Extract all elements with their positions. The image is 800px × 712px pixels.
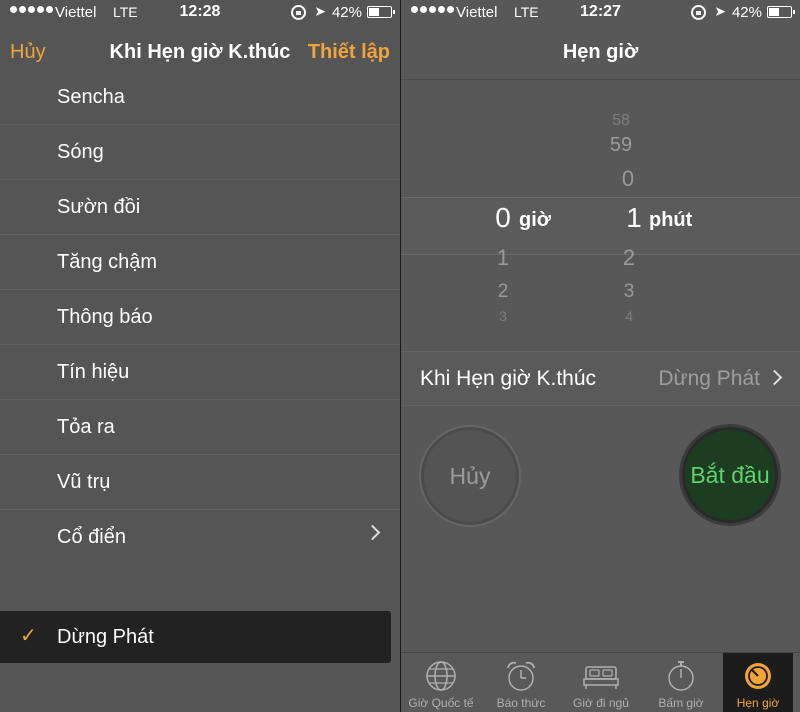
tab-world-clock[interactable]: Giờ Quốc tế [401,653,481,712]
tab-stopwatch[interactable]: Bấm giờ [641,653,721,712]
chevron-right-icon [766,369,783,386]
rotation-lock-icon [291,5,306,20]
picker-hour-value[interactable]: 1 [483,245,523,271]
list-item[interactable]: Sóng [0,125,400,180]
start-timer-button[interactable]: Bắt đầu [679,424,781,526]
battery-percent: 42% [331,4,362,21]
when-timer-ends-row[interactable]: Khi Hẹn giờ K.thúc Dừng Phát [401,351,800,406]
tab-bar: Giờ Quốc tế Báo thức Giờ đi ngủ Bấm giờ … [401,652,800,712]
classic-tones-item[interactable]: Cổ điển [0,510,400,565]
tab-label: Báo thức [496,696,546,710]
rotation-lock-icon [691,5,706,20]
checkmark-icon: ✓ [20,625,37,647]
tab-alarm[interactable]: Báo thức [481,653,561,712]
picker-hour-selected[interactable]: 0 [483,202,523,234]
picker-minute-value[interactable]: 0 [608,166,648,192]
tab-label: Giờ đi ngủ [573,696,629,710]
picker-selection-band [401,197,800,255]
battery-icon [767,6,795,18]
set-button[interactable]: Thiết lập [308,41,390,64]
list-item[interactable]: Sencha [0,70,400,125]
duration-picker[interactable]: 58 59 0 0 giờ 1 phút 1 2 3 2 3 4 [401,82,800,350]
when-timer-ends-value: Dừng Phát [658,367,760,390]
status-bar: Viettel LTE 12:27 ➤ 42% [401,0,800,26]
sound-picker-screen: Viettel LTE 12:28 ➤ 42% Hủy Khi Hẹn giờ … [0,0,400,712]
tab-label: Giờ Quốc tế [408,696,474,710]
picker-minute-value[interactable]: 3 [609,281,649,303]
list-item-label: Tăng chậm [57,251,158,273]
picker-hour-value[interactable]: 2 [483,281,523,303]
picker-minute-value[interactable]: 58 [601,112,641,130]
stop-playing-item[interactable]: ✓ Dừng Phát [0,611,391,663]
list-item[interactable]: Tăng chậm [0,235,400,290]
globe-icon [426,661,456,691]
picker-hour-value[interactable]: 3 [483,308,523,324]
navigation-bar: Hẹn giờ [401,26,800,80]
tab-bedtime[interactable]: Giờ đi ngủ [561,653,641,712]
tab-label: Hẹn giờ [736,696,780,710]
list-item-label: Thông báo [57,306,153,328]
battery-percent: 42% [731,4,762,21]
list-item-label: Sườn đồi [57,196,141,218]
tab-label: Bấm giờ [658,696,704,710]
hour-unit-label: giờ [519,209,551,231]
list-item-label: Sencha [57,86,125,108]
stopwatch-icon [668,661,694,691]
battery-icon [367,6,395,18]
list-item[interactable]: Tín hiệu [0,345,400,400]
bed-icon [583,666,619,689]
list-item-label: Tỏa ra [57,416,115,438]
list-item[interactable]: Tỏa ra [0,400,400,455]
page-title: Hẹn giờ [562,41,639,63]
list-item[interactable]: Thông báo [0,290,400,345]
tone-list: Sencha Sóng Sườn đồi Tăng chậm Thông báo… [0,70,400,565]
picker-minute-value[interactable]: 2 [609,245,649,271]
list-item-label: Cổ điển [57,526,126,548]
picker-minute-value[interactable]: 4 [609,308,649,324]
timer-screen: Viettel LTE 12:27 ➤ 42% Hẹn giờ 58 59 0 … [401,0,800,712]
cancel-timer-button[interactable]: Hủy [419,425,521,527]
stop-playing-label: Dừng Phát [57,626,154,648]
list-item-label: Sóng [57,141,104,163]
picker-minute-value[interactable]: 59 [601,134,641,157]
list-item-label: Vũ trụ [57,471,111,493]
tab-timer[interactable]: Hẹn giờ [723,653,793,712]
list-item-label: Tín hiệu [57,361,130,383]
picker-minute-selected[interactable]: 1 [614,202,654,234]
list-item[interactable]: Sườn đồi [0,180,400,235]
status-bar: Viettel LTE 12:28 ➤ 42% [0,0,400,26]
alarm-clock-icon [507,661,535,691]
timer-icon [745,663,771,689]
minute-unit-label: phút [649,209,693,231]
location-arrow-icon: ➤ [314,3,326,19]
when-timer-ends-label: Khi Hẹn giờ K.thúc [420,367,597,390]
list-item[interactable]: Vũ trụ [0,455,400,510]
location-arrow-icon: ➤ [714,3,726,19]
chevron-right-icon [364,524,381,541]
